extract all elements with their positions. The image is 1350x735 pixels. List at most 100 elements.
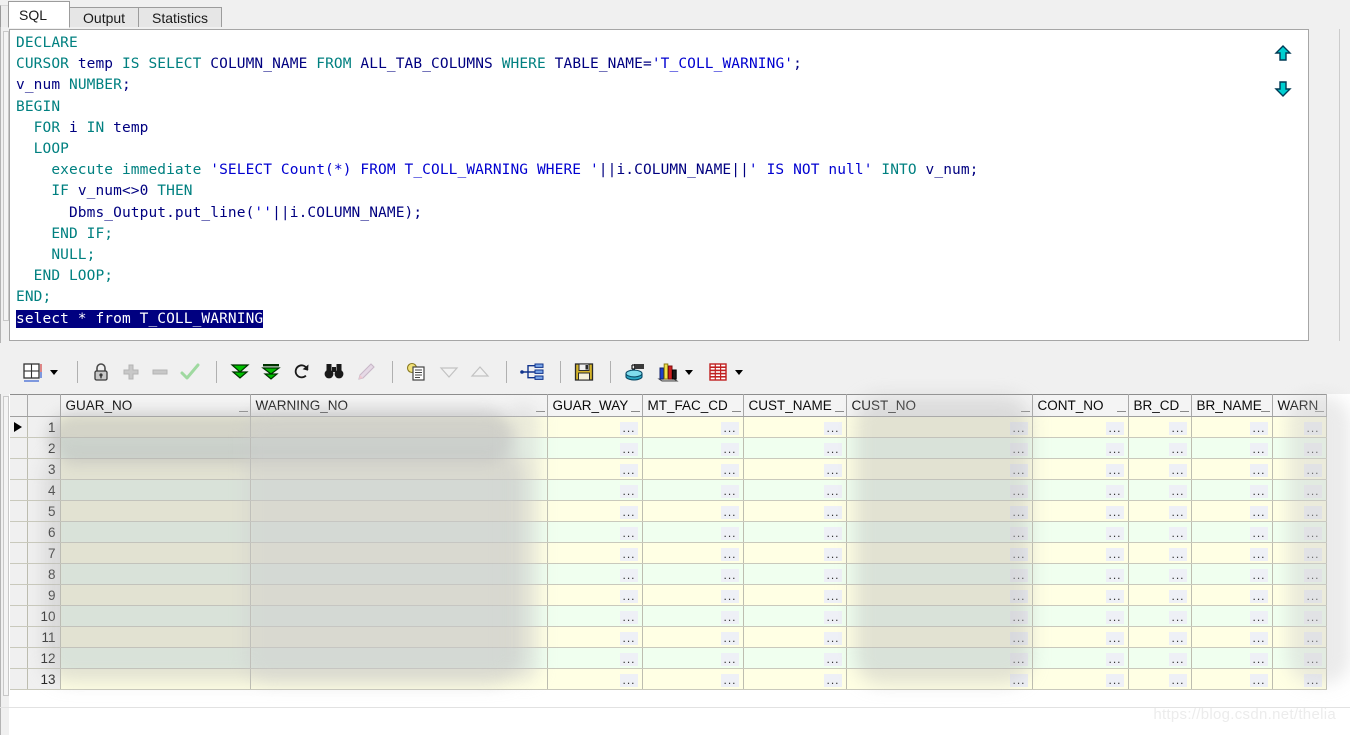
- table-row[interactable]: 6........................: [10, 521, 1327, 543]
- row-marker-cell[interactable]: [10, 437, 28, 459]
- grid-cell-br-name[interactable]: ...: [1191, 521, 1273, 543]
- column-header-warning-no[interactable]: WARNING_NO: [250, 394, 548, 417]
- grid-cell-cust-no[interactable]: ...: [846, 542, 1033, 564]
- tab-sql[interactable]: SQL: [8, 1, 71, 28]
- grid-cell-br-name[interactable]: ...: [1191, 563, 1273, 585]
- grid-cell-cust-name[interactable]: ...: [743, 584, 847, 606]
- grid-cell-mt-fac-cd[interactable]: ...: [642, 584, 744, 606]
- column-header-warn[interactable]: WARN: [1272, 394, 1327, 417]
- selected-sql-statement[interactable]: select * from T_COLL_WARNING: [16, 309, 264, 328]
- grid-cell-warning-no[interactable]: [250, 626, 548, 648]
- grid-cell-guar-way[interactable]: ...: [547, 458, 643, 480]
- grid-cell-cust-name[interactable]: ...: [743, 668, 847, 690]
- grid-cell-br-name[interactable]: ...: [1191, 416, 1273, 438]
- grid-cell-warn[interactable]: ...: [1272, 521, 1327, 543]
- grid-cell-warning-no[interactable]: [250, 647, 548, 669]
- grid-cell-cust-no[interactable]: ...: [846, 416, 1033, 438]
- chevron-down-icon[interactable]: [735, 369, 743, 375]
- grid-cell-br-cd[interactable]: ...: [1128, 521, 1192, 543]
- column-header-cust-name[interactable]: CUST_NAME: [743, 394, 847, 417]
- row-marker-cell[interactable]: [10, 521, 28, 543]
- fetch-last-page-button[interactable]: [257, 357, 285, 387]
- table-row[interactable]: 7........................: [10, 542, 1327, 564]
- sql-editor[interactable]: DECLARE CURSOR temp IS SELECT COLUMN_NAM…: [9, 29, 1309, 341]
- grid-cell-mt-fac-cd[interactable]: ...: [642, 437, 744, 459]
- grid-cell-guar-no[interactable]: [60, 416, 251, 438]
- grid-cell-mt-fac-cd[interactable]: ...: [642, 458, 744, 480]
- grid-cell-warn[interactable]: ...: [1272, 584, 1327, 606]
- grid-cell-cust-name[interactable]: ...: [743, 437, 847, 459]
- grid-cell-cust-no[interactable]: ...: [846, 605, 1033, 627]
- grid-cell-guar-no[interactable]: [60, 668, 251, 690]
- grid-cell-guar-no[interactable]: [60, 647, 251, 669]
- grid-cell-cust-name[interactable]: ...: [743, 521, 847, 543]
- table-row[interactable]: 11........................: [10, 626, 1327, 648]
- grid-cell-cont-no[interactable]: ...: [1032, 563, 1129, 585]
- grid-cell-warn[interactable]: ...: [1272, 563, 1327, 585]
- grid-cell-warn[interactable]: ...: [1272, 668, 1327, 690]
- grid-cell-warn[interactable]: ...: [1272, 458, 1327, 480]
- query-plan-button[interactable]: [516, 357, 548, 387]
- table-row[interactable]: 3........................: [10, 458, 1327, 480]
- grid-cell-cust-name[interactable]: ...: [743, 605, 847, 627]
- grid-cell-br-name[interactable]: ...: [1191, 500, 1273, 522]
- grid-cell-guar-way[interactable]: ...: [547, 668, 643, 690]
- grid-cell-mt-fac-cd[interactable]: ...: [642, 521, 744, 543]
- grid-cell-br-name[interactable]: ...: [1191, 584, 1273, 606]
- column-header-br-cd[interactable]: BR_CD: [1128, 394, 1192, 417]
- grid-cell-br-name[interactable]: ...: [1191, 647, 1273, 669]
- grid-cell-guar-no[interactable]: [60, 479, 251, 501]
- grid-cell-cust-no[interactable]: ...: [846, 458, 1033, 480]
- table-row[interactable]: 10........................: [10, 605, 1327, 627]
- grid-cell-br-name[interactable]: ...: [1191, 542, 1273, 564]
- grid-cell-cont-no[interactable]: ...: [1032, 500, 1129, 522]
- grid-cell-guar-no[interactable]: [60, 584, 251, 606]
- grid-cell-guar-no[interactable]: [60, 500, 251, 522]
- grid-cell-cont-no[interactable]: ...: [1032, 416, 1129, 438]
- column-header-cust-no[interactable]: CUST_NO: [846, 394, 1033, 417]
- grid-cell-guar-way[interactable]: ...: [547, 584, 643, 606]
- grid-cell-mt-fac-cd[interactable]: ...: [642, 605, 744, 627]
- table-row[interactable]: 9........................: [10, 584, 1327, 606]
- grid-cell-mt-fac-cd[interactable]: ...: [642, 416, 744, 438]
- sql-code-text[interactable]: DECLARE CURSOR temp IS SELECT COLUMN_NAM…: [10, 30, 1308, 330]
- grid-cell-guar-way[interactable]: ...: [547, 500, 643, 522]
- grid-cell-cust-name[interactable]: ...: [743, 416, 847, 438]
- tab-statistics[interactable]: Statistics: [138, 7, 223, 28]
- grid-cell-warning-no[interactable]: [250, 668, 548, 690]
- grid-cell-br-name[interactable]: ...: [1191, 605, 1273, 627]
- grid-cell-warn[interactable]: ...: [1272, 605, 1327, 627]
- grid-cell-guar-way[interactable]: ...: [547, 647, 643, 669]
- grid-cell-br-name[interactable]: ...: [1191, 668, 1273, 690]
- grid-cell-cust-no[interactable]: ...: [846, 584, 1033, 606]
- table-row[interactable]: 1........................: [10, 416, 1327, 438]
- find-button[interactable]: [319, 357, 349, 387]
- grid-cell-guar-way[interactable]: ...: [547, 542, 643, 564]
- grid-cell-cust-name[interactable]: ...: [743, 647, 847, 669]
- grid-cell-warning-no[interactable]: [250, 500, 548, 522]
- grid-cell-warning-no[interactable]: [250, 605, 548, 627]
- row-marker-cell[interactable]: [10, 542, 28, 564]
- grid-cell-cust-no[interactable]: ...: [846, 563, 1033, 585]
- column-header-guar-way[interactable]: GUAR_WAY: [547, 394, 643, 417]
- grid-cell-br-cd[interactable]: ...: [1128, 563, 1192, 585]
- grid-cell-br-cd[interactable]: ...: [1128, 458, 1192, 480]
- grid-cell-br-name[interactable]: ...: [1191, 458, 1273, 480]
- grid-cell-warn[interactable]: ...: [1272, 437, 1327, 459]
- grid-cell-cont-no[interactable]: ...: [1032, 584, 1129, 606]
- grid-cell-guar-no[interactable]: [60, 437, 251, 459]
- grid-cell-br-name[interactable]: ...: [1191, 437, 1273, 459]
- grid-cell-guar-way[interactable]: ...: [547, 521, 643, 543]
- row-marker-cell[interactable]: [10, 479, 28, 501]
- grid-cell-br-cd[interactable]: ...: [1128, 584, 1192, 606]
- table-row[interactable]: 12........................: [10, 647, 1327, 669]
- grid-cell-guar-way[interactable]: ...: [547, 479, 643, 501]
- grid-cell-br-cd[interactable]: ...: [1128, 542, 1192, 564]
- grid-cell-mt-fac-cd[interactable]: ...: [642, 647, 744, 669]
- scroll-down-arrow-icon[interactable]: [1272, 78, 1294, 98]
- row-marker-cell[interactable]: [10, 458, 28, 480]
- table-view-button[interactable]: [703, 357, 750, 387]
- grid-cell-br-cd[interactable]: ...: [1128, 479, 1192, 501]
- grid-cell-cont-no[interactable]: ...: [1032, 668, 1129, 690]
- row-marker-cell[interactable]: [10, 563, 28, 585]
